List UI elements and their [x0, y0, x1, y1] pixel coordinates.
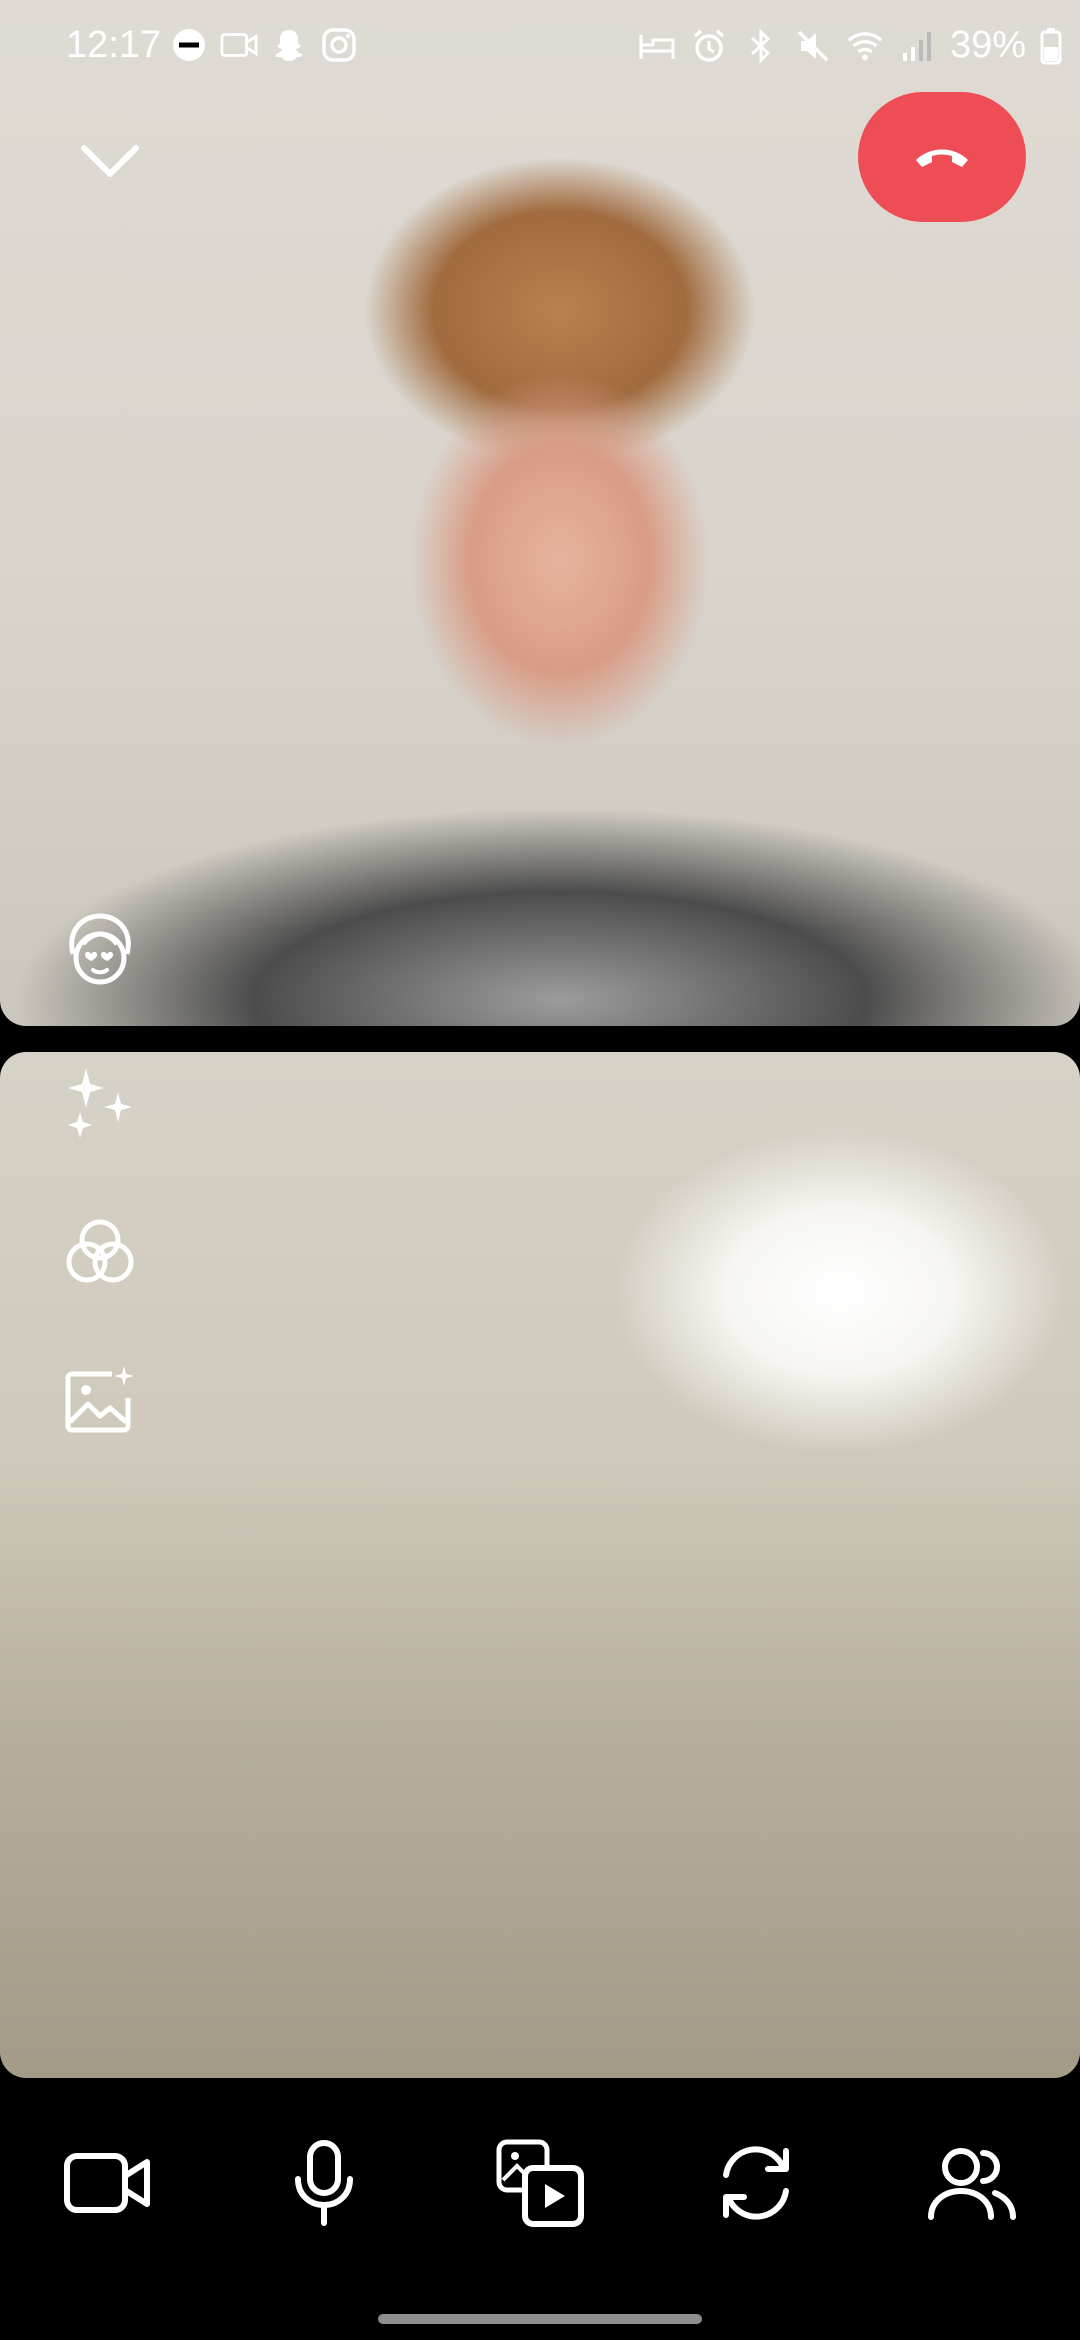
battery-percent: 39%: [949, 24, 1026, 66]
wifi-icon: [846, 27, 884, 65]
instagram-icon: [320, 26, 358, 64]
sparkles-icon: [62, 1064, 138, 1145]
mute-icon: [794, 27, 832, 65]
media-share-button[interactable]: [490, 2135, 590, 2235]
signal-icon: [898, 27, 936, 65]
camera-icon: [63, 2150, 153, 2221]
video-icon: [220, 26, 258, 64]
battery-icon: [1040, 27, 1062, 65]
status-left-icons: [170, 26, 358, 64]
snapchat-icon: [270, 26, 308, 64]
camera-toggle-button[interactable]: [58, 2135, 158, 2235]
ai-image-button[interactable]: [60, 1364, 140, 1444]
do-not-disturb-icon: [170, 26, 208, 64]
bed-icon: [638, 27, 676, 65]
media-share-icon: [495, 2138, 585, 2233]
ai-image-icon: [62, 1364, 138, 1445]
effects-button[interactable]: [60, 1064, 140, 1144]
status-right-icons: 39%: [638, 24, 1062, 67]
bluetooth-icon: [742, 27, 780, 65]
hang-up-icon: [912, 140, 972, 175]
home-indicator[interactable]: [378, 2314, 702, 2324]
end-call-button[interactable]: [858, 92, 1026, 222]
face-filter-icon: [61, 910, 139, 995]
participants-icon: [927, 2143, 1017, 2228]
status-time: 12:17: [66, 24, 162, 66]
microphone-toggle-button[interactable]: [274, 2135, 374, 2235]
face-filter-button[interactable]: [60, 912, 140, 992]
chevron-down-icon[interactable]: [80, 130, 140, 190]
flip-camera-icon: [714, 2141, 798, 2230]
microphone-icon: [292, 2139, 356, 2232]
color-filter-button[interactable]: [60, 1214, 140, 1294]
color-filter-icon: [62, 1214, 138, 1295]
flip-camera-button[interactable]: [706, 2135, 806, 2235]
participants-button[interactable]: [922, 2135, 1022, 2235]
self-video-tile[interactable]: [0, 1052, 1080, 2078]
alarm-icon: [690, 27, 728, 65]
status-bar: 12:17 39%: [0, 0, 1080, 96]
